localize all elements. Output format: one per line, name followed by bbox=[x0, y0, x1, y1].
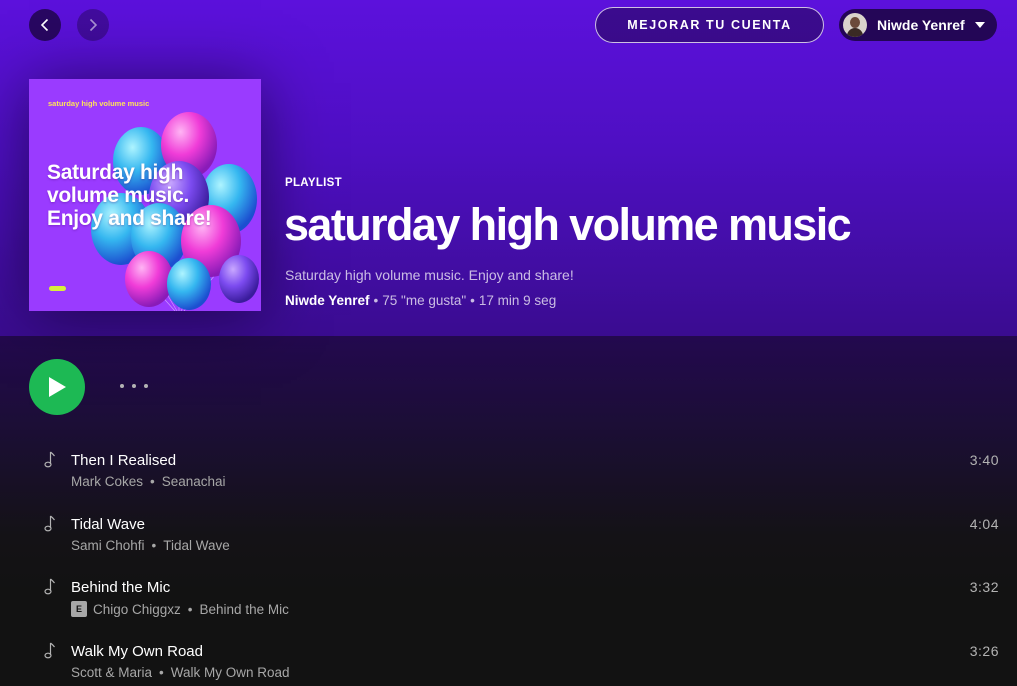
dot-icon bbox=[144, 384, 148, 388]
music-note-icon bbox=[44, 451, 55, 468]
track-title[interactable]: Walk My Own Road bbox=[71, 643, 203, 660]
playlist-duration: 17 min 9 seg bbox=[478, 293, 557, 308]
user-menu-button[interactable]: Niwde Yenref bbox=[839, 9, 997, 41]
track-artist-link[interactable]: Chigo Chiggxz bbox=[93, 602, 181, 617]
caret-down-icon bbox=[975, 22, 985, 28]
track-row[interactable]: Then I Realised Mark Cokes • Seanachai 3:4… bbox=[0, 441, 1017, 505]
playlist-meta: Niwde Yenref • 75 "me gusta" • 17 min 9 seg bbox=[285, 293, 557, 308]
dot-icon bbox=[120, 384, 124, 388]
track-subtitle: E Chigo Chiggxz • Behind the Mic bbox=[71, 601, 289, 618]
playlist-page: MEJORAR TU CUENTA Niwde Yenref saturday … bbox=[0, 0, 1017, 686]
playlist-owner-link[interactable]: Niwde Yenref bbox=[285, 293, 370, 308]
forward-button[interactable] bbox=[77, 9, 109, 41]
track-row[interactable]: Walk My Own Road Scott & Maria • Walk My O… bbox=[0, 632, 1017, 686]
music-note-icon bbox=[44, 515, 55, 531]
chevron-right-icon bbox=[89, 18, 98, 32]
explicit-badge: E bbox=[71, 601, 87, 618]
playlist-description: Saturday high volume music. Enjoy and sh… bbox=[285, 267, 574, 283]
track-duration: 3:26 bbox=[969, 642, 999, 659]
track-subtitle: Scott & Maria • Walk My Own Road bbox=[71, 664, 290, 680]
cover-big-text: Saturday high volume music. Enjoy and sh… bbox=[47, 161, 212, 230]
track-title[interactable]: Tidal Wave bbox=[71, 516, 145, 533]
cover-accent-bar bbox=[49, 286, 66, 291]
playlist-kind: PLAYLIST bbox=[285, 177, 342, 189]
playlist-title: saturday high volume music bbox=[284, 199, 852, 250]
track-title[interactable]: Then I Realised bbox=[71, 452, 176, 469]
chevron-left-icon bbox=[40, 18, 49, 32]
track-album-link[interactable]: Behind the Mic bbox=[200, 602, 289, 617]
back-button[interactable] bbox=[29, 9, 61, 41]
track-album-link[interactable]: Walk My Own Road bbox=[171, 665, 290, 680]
track-duration: 4:04 bbox=[969, 515, 999, 532]
track-row[interactable]: Tidal Wave Sami Chohfi • Tidal Wave 4:04 bbox=[0, 505, 1017, 569]
track-album-link[interactable]: Tidal Wave bbox=[163, 538, 230, 553]
more-options-button[interactable] bbox=[120, 376, 148, 396]
track-duration: 3:40 bbox=[969, 452, 999, 468]
track-subtitle: Sami Chohfi • Tidal Wave bbox=[71, 537, 230, 553]
music-note-icon bbox=[44, 578, 55, 595]
playlist-likes: 75 "me gusta" bbox=[382, 293, 467, 308]
track-artist-link[interactable]: Scott & Maria bbox=[71, 665, 152, 680]
play-button[interactable] bbox=[29, 359, 85, 415]
track-artist-link[interactable]: Sami Chohfi bbox=[71, 538, 145, 553]
track-subtitle: Mark Cokes • Seanachai bbox=[71, 474, 226, 489]
playlist-cover: saturday high volume music Saturday high… bbox=[29, 79, 261, 311]
music-note-icon bbox=[44, 642, 55, 659]
track-title[interactable]: Behind the Mic bbox=[71, 579, 170, 596]
play-icon bbox=[49, 377, 66, 397]
track-duration: 3:32 bbox=[969, 579, 999, 596]
avatar bbox=[843, 13, 867, 37]
upgrade-button[interactable]: MEJORAR TU CUENTA bbox=[595, 7, 824, 43]
track-row[interactable]: Behind the Mic E Chigo Chiggxz • Behind the… bbox=[0, 568, 1017, 632]
dot-icon bbox=[132, 384, 136, 388]
user-name: Niwde Yenref bbox=[877, 17, 965, 33]
track-album-link[interactable]: Seanachai bbox=[162, 474, 226, 489]
track-artist-link[interactable]: Mark Cokes bbox=[71, 474, 143, 489]
track-list: Then I Realised Mark Cokes • Seanachai 3:4… bbox=[0, 441, 1017, 686]
